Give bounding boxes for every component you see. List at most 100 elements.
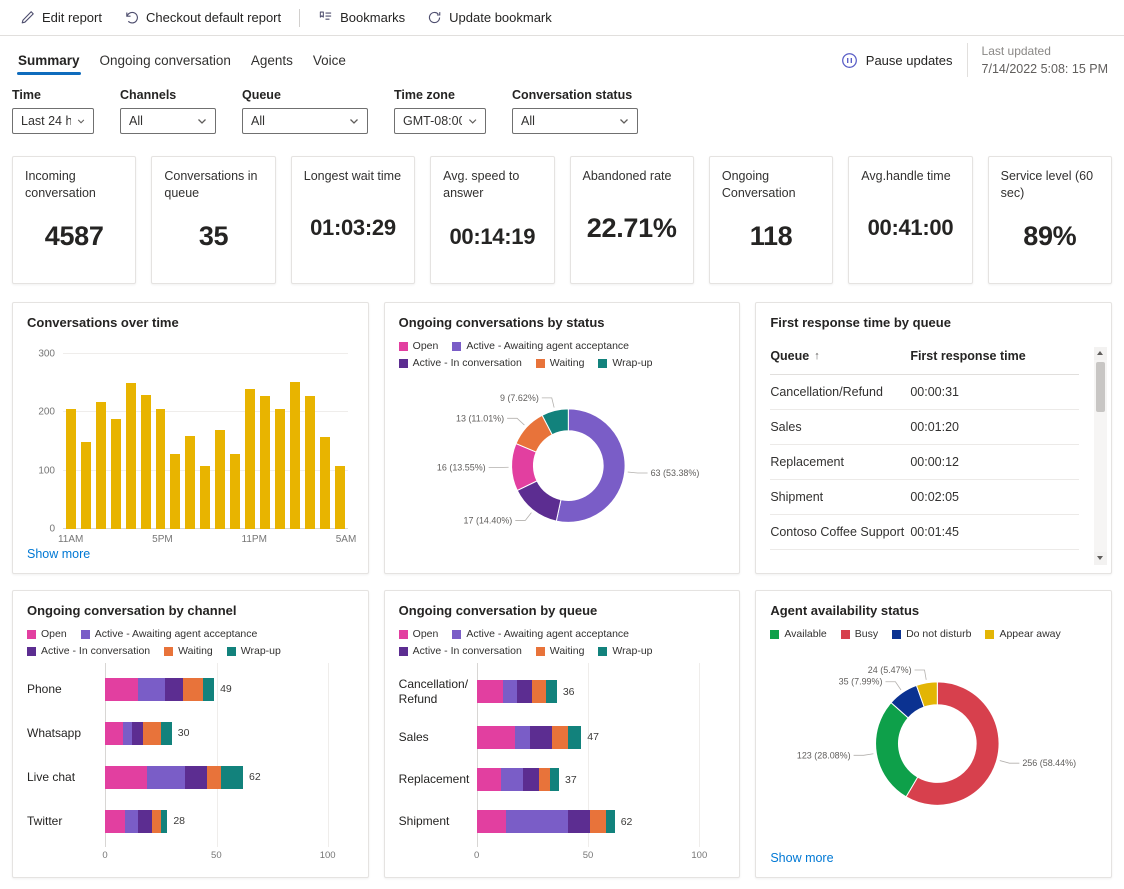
bar-segment-active-in-conversation[interactable]: [185, 765, 208, 789]
edit-report-button[interactable]: Edit report: [10, 4, 112, 32]
bar[interactable]: [110, 419, 121, 529]
legend-item-active-awaiting-agent-acceptance[interactable]: Active - Awaiting agent acceptance: [80, 628, 257, 640]
table-row[interactable]: Contoso Coffee Sales00:00:25: [770, 550, 1079, 561]
vertical-scrollbar[interactable]: [1093, 347, 1107, 565]
legend-item-active-awaiting-agent-acceptance[interactable]: Active - Awaiting agent acceptance: [452, 340, 629, 352]
pause-updates-button[interactable]: Pause updates: [841, 52, 953, 69]
bar-segment-active-awaiting-agent-acceptance[interactable]: [138, 677, 166, 701]
donut-slice-available[interactable]: [875, 701, 919, 798]
bar[interactable]: [319, 436, 330, 529]
bar-segment-wrap-up[interactable]: [160, 809, 168, 833]
bar-segment-waiting[interactable]: [552, 725, 568, 749]
legend-item-appear-away[interactable]: Appear away: [985, 628, 1061, 640]
bar[interactable]: [274, 409, 285, 529]
bar-segment-active-in-conversation[interactable]: [567, 810, 591, 834]
legend-item-waiting[interactable]: Waiting: [164, 645, 213, 657]
legend-item-wrap-up[interactable]: Wrap-up: [598, 645, 653, 657]
bar-segment-active-in-conversation[interactable]: [523, 768, 539, 792]
legend-item-active-awaiting-agent-acceptance[interactable]: Active - Awaiting agent acceptance: [452, 628, 629, 640]
bar-segment-active-awaiting-agent-acceptance[interactable]: [514, 725, 531, 749]
bar-segment-active-awaiting-agent-acceptance[interactable]: [125, 809, 139, 833]
conversation-status-select[interactable]: All: [512, 108, 638, 134]
bar-segment-open[interactable]: [105, 809, 126, 833]
table-row[interactable]: Sales 00:01:20: [770, 410, 1079, 445]
tab-summary[interactable]: Summary: [8, 39, 90, 82]
table-row[interactable]: Shipment 00:02:05: [770, 480, 1079, 515]
legend-item-open[interactable]: Open: [398, 340, 438, 352]
bar-segment-open[interactable]: [105, 765, 148, 789]
queue-select[interactable]: All: [242, 108, 368, 134]
legend-item-open[interactable]: Open: [27, 628, 67, 640]
legend-item-wrap-up[interactable]: Wrap-up: [598, 357, 653, 369]
bar[interactable]: [215, 429, 226, 529]
bar[interactable]: [170, 454, 181, 529]
bookmarks-button[interactable]: Bookmarks: [308, 4, 415, 32]
legend-item-waiting[interactable]: Waiting: [535, 357, 584, 369]
bar[interactable]: [289, 382, 300, 529]
bar[interactable]: [334, 466, 345, 529]
column-header-queue[interactable]: Queue ↑: [770, 349, 910, 363]
bar[interactable]: [200, 466, 211, 529]
show-more-link[interactable]: Show more: [770, 851, 1097, 865]
legend-item-active-in-conversation[interactable]: Active - In conversation: [398, 645, 522, 657]
tab-agents[interactable]: Agents: [241, 39, 303, 82]
bar-segment-active-awaiting-agent-acceptance[interactable]: [147, 765, 186, 789]
bar[interactable]: [155, 409, 166, 529]
table-row[interactable]: Replacement 00:00:12: [770, 445, 1079, 480]
scrollbar-track[interactable]: [1094, 360, 1107, 552]
bar-segment-open[interactable]: [476, 768, 502, 792]
bar-segment-wrap-up[interactable]: [567, 725, 582, 749]
bar[interactable]: [230, 454, 241, 529]
bar[interactable]: [259, 396, 270, 529]
bar-segment-active-in-conversation[interactable]: [165, 677, 183, 701]
bar-segment-open[interactable]: [476, 725, 515, 749]
bar-segment-wrap-up[interactable]: [545, 680, 557, 704]
tab-ongoing-conversation[interactable]: Ongoing conversation: [90, 39, 241, 82]
bar[interactable]: [80, 441, 91, 529]
legend-item-open[interactable]: Open: [398, 628, 438, 640]
scroll-down-button[interactable]: [1093, 552, 1107, 565]
bar-segment-waiting[interactable]: [151, 809, 161, 833]
bar-segment-waiting[interactable]: [142, 721, 161, 745]
bar-segment-open[interactable]: [105, 677, 139, 701]
legend-item-do-not-disturb[interactable]: Do not disturb: [892, 628, 971, 640]
bar-segment-wrap-up[interactable]: [605, 810, 615, 834]
bar[interactable]: [185, 435, 196, 529]
show-more-link[interactable]: Show more: [27, 547, 354, 561]
bar-segment-active-in-conversation[interactable]: [516, 680, 533, 704]
scroll-up-button[interactable]: [1093, 347, 1107, 360]
bar[interactable]: [66, 409, 76, 529]
legend-item-waiting[interactable]: Waiting: [535, 645, 584, 657]
bar-segment-active-awaiting-agent-acceptance[interactable]: [122, 721, 132, 745]
legend-item-available[interactable]: Available: [770, 628, 827, 640]
bar-segment-active-in-conversation[interactable]: [530, 725, 553, 749]
table-row[interactable]: Contoso Coffee Support 00:01:45: [770, 515, 1079, 550]
bar-segment-waiting[interactable]: [207, 765, 221, 789]
time-zone-select[interactable]: GMT-08:00: [394, 108, 486, 134]
update-bookmark-button[interactable]: Update bookmark: [417, 4, 562, 32]
bar[interactable]: [95, 401, 106, 529]
bar-segment-active-awaiting-agent-acceptance[interactable]: [503, 680, 517, 704]
tab-voice[interactable]: Voice: [303, 39, 356, 82]
bar-segment-open[interactable]: [476, 810, 506, 834]
channels-select[interactable]: All: [120, 108, 216, 134]
bar-segment-active-in-conversation[interactable]: [138, 809, 152, 833]
bar-segment-open[interactable]: [476, 680, 504, 704]
bar-segment-wrap-up[interactable]: [220, 765, 244, 789]
bar-segment-open[interactable]: [105, 721, 123, 745]
legend-item-busy[interactable]: Busy: [840, 628, 878, 640]
legend-item-active-in-conversation[interactable]: Active - In conversation: [398, 357, 522, 369]
bar-segment-waiting[interactable]: [182, 677, 203, 701]
bar-segment-active-in-conversation[interactable]: [131, 721, 143, 745]
bar-segment-waiting[interactable]: [539, 768, 551, 792]
bar-segment-active-awaiting-agent-acceptance[interactable]: [501, 768, 524, 792]
bar-segment-wrap-up[interactable]: [202, 677, 215, 701]
table-row[interactable]: Cancellation/Refund 00:00:31: [770, 375, 1079, 410]
bar[interactable]: [245, 389, 255, 529]
checkout-default-report-button[interactable]: Checkout default report: [114, 4, 291, 32]
scrollbar-thumb[interactable]: [1095, 362, 1105, 412]
bar-segment-wrap-up[interactable]: [550, 768, 560, 792]
bar-segment-active-awaiting-agent-acceptance[interactable]: [505, 810, 568, 834]
bar-segment-waiting[interactable]: [532, 680, 546, 704]
time-select[interactable]: Last 24 hrs: [12, 108, 94, 134]
